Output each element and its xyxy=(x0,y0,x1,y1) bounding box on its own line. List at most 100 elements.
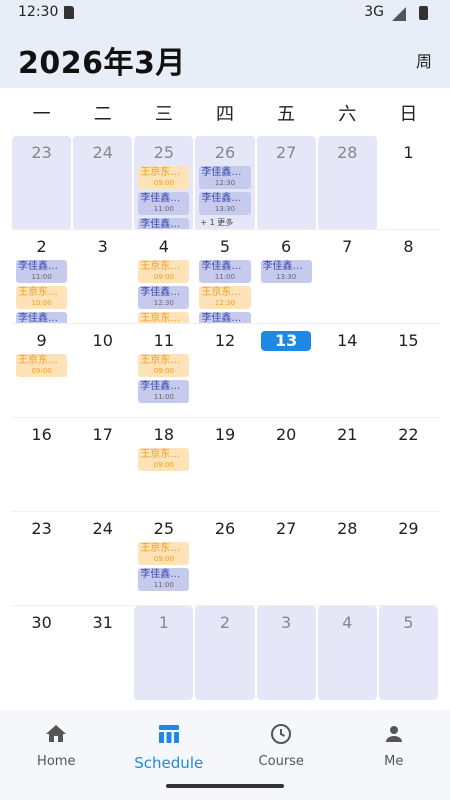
day-cell[interactable]: 30 xyxy=(12,606,71,700)
event-chip[interactable]: 李佳鑫钢… 11:00 xyxy=(138,192,190,215)
weekday-label: 二 xyxy=(93,104,112,125)
event-title: 王京东物… xyxy=(140,355,190,366)
day-cell[interactable]: 7 xyxy=(318,230,377,324)
event-chip[interactable]: 王京东物… 09:00 xyxy=(138,542,190,565)
event-chip[interactable]: 李佳鑫钢… xyxy=(16,312,68,324)
day-cell[interactable]: 20 xyxy=(257,418,316,512)
event-chip[interactable]: 李佳鑫钢… xyxy=(138,218,190,230)
event-chip[interactable]: 李佳鑫钢… 11:00 xyxy=(199,260,251,283)
day-cell[interactable]: 9 王京东物… 09:00 xyxy=(12,324,71,418)
week-view-button[interactable]: 周 xyxy=(416,48,432,72)
day-number: 26 xyxy=(214,519,236,538)
day-number: 3 xyxy=(281,613,292,632)
week-row: 23 24 25 王京东物… 09:00 李佳鑫钢… 11:00 26 27 28 29 xyxy=(11,512,439,606)
weekday-label: 四 xyxy=(215,104,234,125)
event-title: 李佳鑫钢… xyxy=(140,193,190,204)
day-cell[interactable]: 14 xyxy=(318,324,377,418)
day-cell[interactable]: 19 xyxy=(195,418,254,512)
event-chip[interactable]: 王京东物… 12:30 xyxy=(199,286,251,309)
event-chip[interactable]: 李佳鑫钢… 12:30 xyxy=(138,286,190,309)
day-cell-outside-month[interactable]: 25 王京东物… 09:00 李佳鑫钢… 11:00 李佳鑫钢… xyxy=(134,136,194,230)
day-cell-outside-month[interactable]: 5 xyxy=(378,606,438,700)
day-cell-outside-month[interactable]: 23 xyxy=(12,136,72,230)
event-chip[interactable]: 王京东物… 09:00 xyxy=(138,354,190,377)
day-number: 28 xyxy=(337,519,358,538)
event-time: 11:00 xyxy=(153,581,174,589)
day-cell[interactable]: 24 xyxy=(73,512,132,606)
event-chip[interactable]: 李佳鑫钢… 11:00 xyxy=(138,568,190,591)
day-number: 9 xyxy=(36,331,47,350)
day-cell-outside-month[interactable]: 24 xyxy=(73,136,133,230)
day-cell[interactable]: 27 xyxy=(257,512,316,606)
day-cell-outside-month[interactable]: 27 xyxy=(256,136,316,230)
day-cell[interactable]: 3 xyxy=(73,230,132,324)
event-chip[interactable]: 李佳鑫钢… 12:30 xyxy=(199,166,251,189)
day-number: 8 xyxy=(403,237,414,256)
event-chip[interactable]: 王京东物… 09:00 xyxy=(138,448,190,471)
week-row: 23 24 25 王京东物… 09:00 李佳鑫钢… 11:00 李佳鑫钢… 26 李佳鑫钢… 12… xyxy=(11,136,439,230)
day-cell[interactable]: 11 王京东物… 09:00 李佳鑫钢… 11:00 xyxy=(134,324,193,418)
day-cell[interactable]: 5 李佳鑫钢… 11:00 王京东物… 12:30 李佳鑫钢… xyxy=(195,230,254,324)
gesture-home-bar[interactable] xyxy=(166,784,284,788)
day-cell[interactable]: 4 王京东物… 09:00 李佳鑫钢… 12:30 王京东物… xyxy=(134,230,193,324)
day-cell[interactable]: 2 李佳鑫钢… 11:00 王京东物… 10:00 李佳鑫钢… xyxy=(12,230,71,324)
sd-card-icon xyxy=(64,6,74,19)
day-cell[interactable]: 18 王京东物… 09:00 xyxy=(134,418,193,512)
day-cell[interactable]: 15 xyxy=(379,324,438,418)
week-row: 9 王京东物… 09:00 10 11 王京东物… 09:00 李佳鑫钢… 11:00 12 13 1… xyxy=(11,324,439,418)
day-cell[interactable]: 16 xyxy=(12,418,71,512)
event-chip[interactable]: 李佳鑫钢… 13:30 xyxy=(260,260,312,283)
day-cell-today[interactable]: 13 xyxy=(257,324,316,418)
event-chip[interactable]: 李佳鑫钢… 13:30 xyxy=(199,192,251,215)
day-number: 26 xyxy=(214,143,236,162)
event-time: 11:00 xyxy=(214,273,236,281)
event-title: 王京东物… xyxy=(140,261,190,272)
day-cell-outside-month[interactable]: 4 xyxy=(317,606,377,700)
event-chip[interactable]: 王京东物… 09:00 xyxy=(138,260,190,283)
day-cell-outside-month[interactable]: 26 李佳鑫钢… 12:30 李佳鑫钢… 13:30 + 1 更多 xyxy=(195,136,255,230)
nav-me[interactable]: Me xyxy=(338,710,450,800)
event-chip[interactable]: 李佳鑫钢… 11:00 xyxy=(138,380,190,403)
day-cell-outside-month[interactable]: 1 xyxy=(134,606,194,700)
day-number: 27 xyxy=(275,143,297,162)
event-title: 王京东物… xyxy=(18,287,68,298)
day-cell-outside-month[interactable]: 28 xyxy=(317,136,377,230)
day-number: 20 xyxy=(275,425,297,444)
day-cell[interactable]: 8 xyxy=(379,230,438,324)
day-cell[interactable]: 1 xyxy=(379,136,438,230)
event-chip[interactable]: 李佳鑫钢… 11:00 xyxy=(16,260,68,283)
day-cell-outside-month[interactable]: 3 xyxy=(256,606,316,700)
event-chip[interactable]: 李佳鑫钢… xyxy=(199,312,251,324)
day-number: 25 xyxy=(153,143,175,162)
day-cell[interactable]: 22 xyxy=(379,418,438,512)
day-cell[interactable]: 17 xyxy=(73,418,132,512)
event-chip[interactable]: 王京东物… 09:00 xyxy=(138,166,190,189)
day-cell[interactable]: 31 xyxy=(73,606,132,700)
event-chip[interactable]: 王京东物… 10:00 xyxy=(16,286,68,309)
day-cell[interactable]: 21 xyxy=(318,418,377,512)
day-cell[interactable]: 6 李佳鑫钢… 13:30 xyxy=(257,230,316,324)
day-number: 1 xyxy=(158,613,169,632)
more-events-link[interactable]: + 1 更多 xyxy=(200,217,254,228)
day-cell[interactable]: 26 xyxy=(195,512,254,606)
event-chip[interactable]: 王京东物… xyxy=(138,312,190,324)
event-chip[interactable]: 王京东物… 09:00 xyxy=(16,354,68,377)
day-cell[interactable]: 29 xyxy=(379,512,438,606)
event-title: 李佳鑫钢… xyxy=(201,313,251,324)
day-number: 19 xyxy=(214,425,236,444)
day-cell[interactable]: 25 王京东物… 09:00 李佳鑫钢… 11:00 xyxy=(134,512,193,606)
day-number: 1 xyxy=(403,143,414,162)
day-cell[interactable]: 12 xyxy=(195,324,254,418)
nav-home[interactable]: Home xyxy=(0,710,113,800)
event-time: 12:30 xyxy=(214,179,236,187)
day-cell[interactable]: 28 xyxy=(318,512,377,606)
day-cell-outside-month[interactable]: 2 xyxy=(195,606,255,700)
day-cell[interactable]: 10 xyxy=(73,324,132,418)
month-title[interactable]: 2026年3月 xyxy=(18,38,186,82)
event-time: 09:00 xyxy=(153,461,174,469)
day-number: 7 xyxy=(342,237,353,256)
day-cell[interactable]: 23 xyxy=(12,512,71,606)
battery-icon xyxy=(419,6,428,20)
event-title: 李佳鑫钢… xyxy=(201,167,251,178)
day-number: 27 xyxy=(275,519,297,538)
